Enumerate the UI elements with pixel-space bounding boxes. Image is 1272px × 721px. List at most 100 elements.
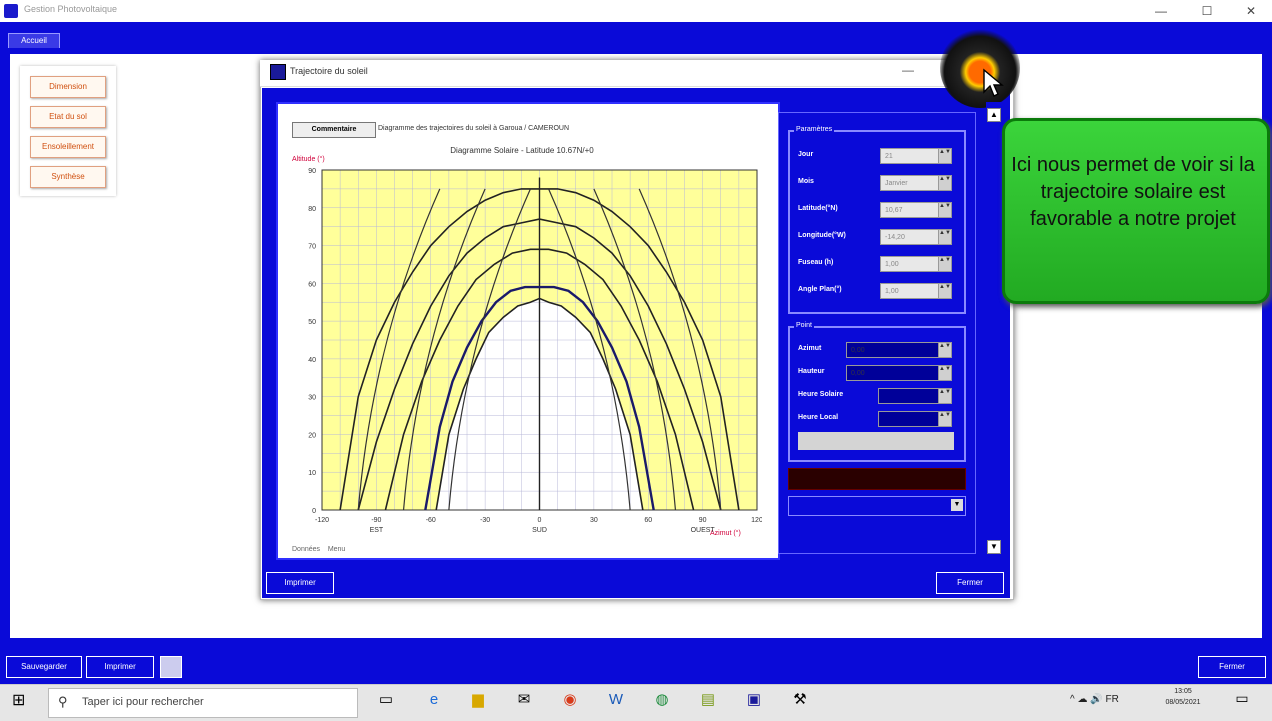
footer-tab-menu[interactable]: Menu [328, 546, 346, 553]
params-value-5: 1,00 [885, 288, 899, 295]
point-input-3[interactable]: ▲▼ [878, 411, 952, 427]
scroll-up-icon[interactable]: ▲ [987, 108, 1001, 122]
windows-start-icon[interactable]: ⊞ [12, 692, 30, 710]
x-tick-label-6: 60 [644, 517, 652, 524]
tab-diagramme[interactable]: Diagramme des trajectoires du soleil à G… [378, 122, 758, 136]
spinner-arrows-icon[interactable]: ▲▼ [938, 284, 951, 298]
close-app-button[interactable]: Fermer [1198, 656, 1266, 678]
chart-title: Diagramme Solaire - Latitude 10.67N/+0 [450, 146, 594, 155]
y-tick-label-6: 60 [308, 281, 316, 288]
params-label-3: Longitude(°W) [798, 232, 846, 239]
y-tick-label-0: 0 [312, 508, 316, 515]
chart-footer-tabs: Données Menu [292, 546, 592, 553]
params-value-3: -14,20 [885, 234, 905, 241]
params-value-0: 21 [885, 153, 893, 160]
nav-dimension-button[interactable]: Dimension [30, 76, 106, 98]
params-value-4: 1,00 [885, 261, 899, 268]
params-label-1: Mois [798, 178, 814, 185]
close-button[interactable]: ✕ [1236, 2, 1266, 20]
nav-synthese-button[interactable]: Synthèse [30, 166, 106, 188]
nav-ensoleillement-button[interactable]: Ensoleillement [30, 136, 106, 158]
params-label-5: Angle Plan(°) [798, 286, 842, 293]
search-icon: ⚲ [58, 694, 68, 709]
taskbar-clock[interactable]: 13:05 08/05/2021 [1158, 686, 1208, 708]
tab-accueil[interactable]: Accueil [8, 33, 60, 48]
calc-button[interactable] [798, 432, 954, 450]
mail-icon[interactable]: ✉ [514, 690, 534, 710]
point-input-1[interactable]: 0,00 ▲▼ [846, 365, 952, 381]
print-button[interactable]: Imprimer [86, 656, 154, 678]
spinner-arrows-icon[interactable]: ▲▼ [938, 366, 951, 380]
option-dropdown[interactable]: ▼ [788, 496, 966, 516]
dialog-title: Trajectoire du soleil [290, 66, 368, 76]
point-label-2: Heure Solaire [798, 391, 844, 398]
params-label-2: Latitude(°N) [798, 205, 838, 212]
params-value-2: 10,67 [885, 207, 903, 214]
dialog-minimize-button[interactable]: — [898, 63, 918, 81]
clock-date: 08/05/2021 [1165, 699, 1201, 706]
x-tick-label-1: -90 [371, 517, 381, 524]
notification-icon[interactable]: ▭ [1232, 690, 1252, 710]
y-tick-label-7: 70 [308, 244, 316, 251]
spinner-arrows-icon[interactable]: ▲▼ [938, 257, 951, 271]
trash-icon[interactable] [160, 656, 182, 678]
spinner-arrows-icon[interactable]: ▲▼ [938, 389, 951, 403]
side-navigation: Dimension Etat du sol Ensoleillement Syn… [20, 66, 116, 196]
x-tick-label-2: -60 [426, 517, 436, 524]
file-explorer-icon[interactable]: ▆ [468, 690, 488, 710]
point-value-1: 0,00 [851, 370, 865, 377]
spinner-arrows-icon[interactable]: ▲▼ [938, 149, 951, 163]
app-icon [4, 4, 18, 18]
window-titlebar: Gestion Photovoltaique — ☐ ✕ [0, 0, 1272, 23]
app-taskbar-icon[interactable]: ▣ [744, 690, 764, 710]
chrome-icon[interactable]: ◉ [560, 690, 580, 710]
params-label-4: Fuseau (h) [798, 259, 834, 266]
params-input-2[interactable]: 10,67 ▲▼ [880, 202, 952, 218]
point-group-title: Point [794, 322, 814, 329]
point-label-3: Heure Local [798, 414, 839, 421]
y-tick-label-8: 80 [308, 206, 316, 213]
y-tick-label-2: 20 [308, 432, 316, 439]
spinner-arrows-icon[interactable]: ▲▼ [938, 203, 951, 217]
tool-icon[interactable]: ⚒ [790, 690, 810, 710]
x-tick-label-7: 90 [699, 517, 707, 524]
point-value-0: 0,00 [851, 347, 865, 354]
notes-icon[interactable]: ▤ [698, 690, 718, 710]
spinner-arrows-icon[interactable]: ▲▼ [938, 176, 951, 190]
spinner-arrows-icon[interactable]: ▲▼ [938, 230, 951, 244]
word-icon[interactable]: W [606, 690, 626, 710]
chevron-down-icon[interactable]: ▼ [951, 499, 963, 511]
params-input-1[interactable]: Janvier ▲▼ [880, 175, 952, 191]
point-label-1: Hauteur [798, 368, 825, 375]
params-input-0[interactable]: 21 ▲▼ [880, 148, 952, 164]
point-input-0[interactable]: 0,00 ▲▼ [846, 342, 952, 358]
save-button[interactable]: Sauvegarder [6, 656, 82, 678]
minimize-button[interactable]: — [1146, 2, 1176, 20]
y-tick-label-9: 90 [308, 168, 316, 175]
maximize-button[interactable]: ☐ [1192, 2, 1222, 20]
callout-text: Ici nous permet de voir si la trajectoir… [1011, 154, 1255, 230]
params-input-4[interactable]: 1,00 ▲▼ [880, 256, 952, 272]
dialog-print-button[interactable]: Imprimer [266, 572, 334, 594]
params-input-5[interactable]: 1,00 ▲▼ [880, 283, 952, 299]
dialog-close-button-highlight[interactable] [940, 28, 1020, 108]
params-group-title: Paramètres [794, 126, 835, 133]
dialog-scrollbar[interactable] [986, 102, 1002, 556]
params-input-3[interactable]: -14,20 ▲▼ [880, 229, 952, 245]
scroll-down-icon[interactable]: ▼ [987, 540, 1001, 554]
point-input-2[interactable]: ▲▼ [878, 388, 952, 404]
task-view-icon[interactable]: ▭ [376, 690, 396, 710]
spinner-arrows-icon[interactable]: ▲▼ [938, 412, 951, 426]
edge-browser-icon[interactable]: e [424, 690, 444, 710]
nav-etat-sol-button[interactable]: Etat du sol [30, 106, 106, 128]
tab-commentaire[interactable]: Commentaire [292, 122, 376, 138]
dialog-icon [270, 64, 286, 80]
y-tick-label-4: 40 [308, 357, 316, 364]
globe-icon[interactable]: ◍ [652, 690, 672, 710]
spinner-arrows-icon[interactable]: ▲▼ [938, 343, 951, 357]
taskbar-search-placeholder: Taper ici pour rechercher [82, 696, 204, 708]
chart-plot-area: -120 -90 -60 -30 0 30 60 90 120 0 10 20 30 40 50 60 70 80… [308, 168, 762, 534]
system-tray[interactable]: ^ ☁ 🔊 FR [1070, 694, 1119, 705]
footer-tab-donnees[interactable]: Données [292, 546, 320, 553]
dialog-close-button[interactable]: Fermer [936, 572, 1004, 594]
